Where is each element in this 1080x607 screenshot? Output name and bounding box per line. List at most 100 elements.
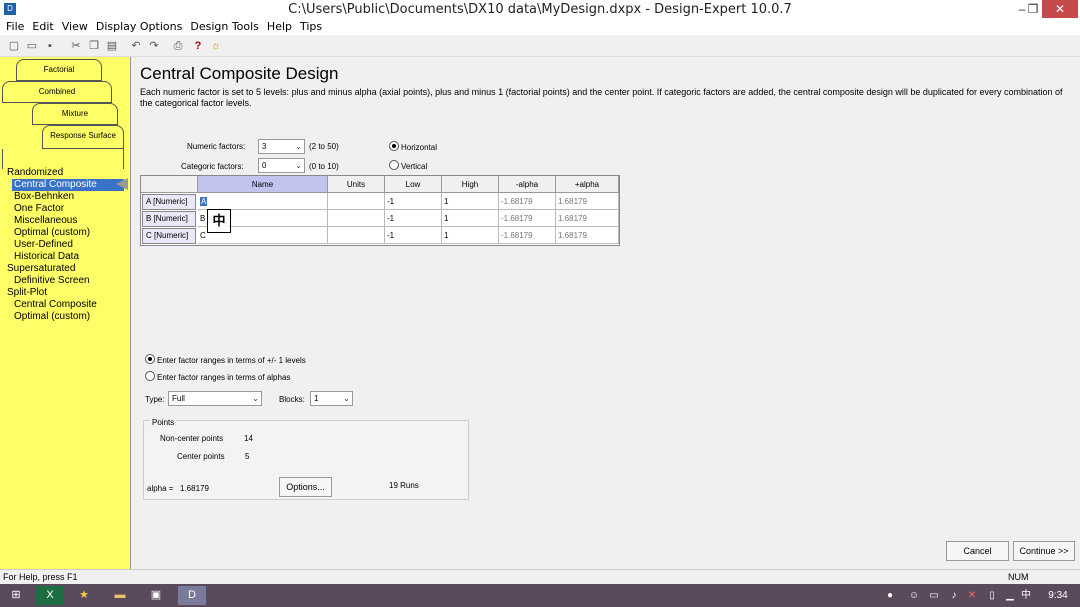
start-icon[interactable]: ⊞ <box>2 586 30 605</box>
categoric-factors-select[interactable]: 0 ⌄ <box>258 158 305 173</box>
cell-high-c[interactable]: 1 <box>442 227 499 244</box>
type-value: Full <box>172 394 185 403</box>
continue-button[interactable]: Continue >> <box>1013 541 1075 561</box>
cell-low-a[interactable]: -1 <box>385 193 442 210</box>
tree-item-user-defined[interactable]: User-Defined <box>0 239 130 251</box>
open-icon[interactable]: ▭ <box>24 38 40 54</box>
horizontal-label: Horizontal <box>401 143 438 152</box>
clock: 9:34 <box>1048 590 1068 601</box>
cell-plus-alpha-c[interactable]: 1.68179 <box>556 227 619 244</box>
cell-minus-alpha-c[interactable]: -1.68179 <box>499 227 556 244</box>
range-alphas-radio[interactable] <box>145 371 155 381</box>
col-header-minus-alpha[interactable]: -alpha <box>499 176 556 193</box>
page-title: Central Composite Design <box>140 64 339 83</box>
menu-tips[interactable]: Tips <box>296 18 326 35</box>
range-levels-label: Enter factor ranges in terms of +/- 1 le… <box>157 356 306 365</box>
tree-item-box-behnken[interactable]: Box-Behnken <box>0 191 130 203</box>
tab-combined[interactable]: Combined <box>2 81 112 103</box>
file-explorer-icon[interactable]: ▬ <box>106 586 134 605</box>
col-header-low[interactable]: Low <box>385 176 442 193</box>
ime-taskbar-indicator[interactable]: 中 <box>1012 586 1040 605</box>
cell-low-c[interactable]: -1 <box>385 227 442 244</box>
tree-item-miscellaneous[interactable]: Miscellaneous <box>0 215 130 227</box>
undo-icon[interactable]: ↶ <box>128 38 144 54</box>
type-select[interactable]: Full ⌄ <box>168 391 262 406</box>
blocks-label: Blocks: <box>279 395 305 404</box>
tip-icon[interactable]: ☼ <box>208 38 224 54</box>
cell-name-a[interactable]: A <box>198 193 328 210</box>
menu-help[interactable]: Help <box>263 18 296 35</box>
tab-mixture[interactable]: Mixture <box>32 103 118 125</box>
blocks-select[interactable]: 1 ⌄ <box>310 391 353 406</box>
col-header-plus-alpha[interactable]: +alpha <box>556 176 619 193</box>
tree-item-supersaturated[interactable]: Supersaturated <box>0 263 130 275</box>
tree-item-one-factor[interactable]: One Factor <box>0 203 130 215</box>
menu-file[interactable]: File <box>0 18 28 35</box>
page-description: Each numeric factor is set to 5 levels: … <box>140 87 1063 108</box>
col-header-name[interactable]: Name <box>198 176 328 193</box>
excel-icon[interactable]: X <box>36 586 64 605</box>
type-label: Type: <box>145 395 165 404</box>
tree-item-definitive-screen[interactable]: Definitive Screen <box>0 275 130 287</box>
tree-item-central-composite[interactable]: Central Composite <box>12 179 124 191</box>
blocks-value: 1 <box>314 394 319 403</box>
points-group: Points Non-center points 14 Center point… <box>143 418 469 500</box>
cell-high-a[interactable]: 1 <box>442 193 499 210</box>
menu-view[interactable]: View <box>58 18 92 35</box>
copy-icon[interactable]: ❐ <box>86 38 102 54</box>
row-header-b[interactable]: B [Numeric] <box>142 211 196 227</box>
cell-minus-alpha-b[interactable]: -1.68179 <box>499 210 556 227</box>
tree-item-randomized[interactable]: Randomized <box>0 167 130 179</box>
options-button[interactable]: Options... <box>279 477 332 497</box>
cancel-button[interactable]: Cancel <box>946 541 1009 561</box>
chevron-down-icon: ⌄ <box>295 142 302 151</box>
tab-response-surface[interactable]: Response Surface <box>42 125 124 149</box>
tab-factorial[interactable]: Factorial <box>16 59 102 81</box>
cell-low-b[interactable]: -1 <box>385 210 442 227</box>
alpha-label: alpha = <box>147 484 174 493</box>
new-icon[interactable]: ▢ <box>6 38 22 54</box>
cut-icon[interactable]: ✂ <box>68 38 84 54</box>
cell-units-a[interactable] <box>328 193 385 210</box>
numeric-factors-range: (2 to 50) <box>309 142 339 151</box>
tree-item-historical-data[interactable]: Historical Data <box>0 251 130 263</box>
runs-count: 19 Runs <box>389 481 419 490</box>
design-expert-task-icon[interactable]: D <box>178 586 206 605</box>
row-header-c[interactable]: C [Numeric] <box>142 228 196 244</box>
restore-button[interactable]: ❐ <box>1025 0 1041 18</box>
menu-bar: File Edit View Display Options Design Tools H… <box>0 18 1080 35</box>
taskbar: ⊞ X ★ ▬ ▣ D ● ☺ ▭ ♪ ✕ ▯ ▁ 中 9:34 <box>0 584 1080 607</box>
cell-units-c[interactable] <box>328 227 385 244</box>
cell-plus-alpha-b[interactable]: 1.68179 <box>556 210 619 227</box>
favorites-icon[interactable]: ★ <box>70 586 98 605</box>
redo-icon[interactable]: ↷ <box>146 38 162 54</box>
row-header-a[interactable]: A [Numeric] <box>142 194 196 210</box>
col-header-high[interactable]: High <box>442 176 499 193</box>
save-icon[interactable]: ▪ <box>42 38 58 54</box>
tab-body-edge <box>2 149 124 169</box>
cell-high-b[interactable]: 1 <box>442 210 499 227</box>
menu-design-tools[interactable]: Design Tools <box>186 18 263 35</box>
tree-item-optimal-custom-[interactable]: Optimal (custom) <box>0 227 130 239</box>
non-center-label: Non-center points <box>160 434 224 443</box>
window-icon[interactable]: ▣ <box>142 586 170 605</box>
paste-icon[interactable]: ▤ <box>104 38 120 54</box>
menu-display-options[interactable]: Display Options <box>92 18 187 35</box>
cell-minus-alpha-a[interactable]: -1.68179 <box>499 193 556 210</box>
grid-corner <box>141 176 198 193</box>
cell-plus-alpha-a[interactable]: 1.68179 <box>556 193 619 210</box>
close-button[interactable]: ✕ <box>1042 0 1078 18</box>
tree-item-split-plot[interactable]: Split-Plot <box>0 287 130 299</box>
cell-units-b[interactable] <box>328 210 385 227</box>
menu-edit[interactable]: Edit <box>28 18 57 35</box>
print-icon[interactable]: ⎙ <box>170 38 186 54</box>
help-icon[interactable]: ? <box>190 38 206 54</box>
horizontal-radio[interactable] <box>389 141 399 151</box>
vertical-radio[interactable] <box>389 160 399 170</box>
tree-item-optimal-custom-[interactable]: Optimal (custom) <box>0 311 130 323</box>
numeric-factors-select[interactable]: 3 ⌄ <box>258 139 305 154</box>
tree-item-central-composite[interactable]: Central Composite <box>0 299 130 311</box>
status-num: NUM <box>1008 572 1029 582</box>
range-levels-radio[interactable] <box>145 354 155 364</box>
col-header-units[interactable]: Units <box>328 176 385 193</box>
